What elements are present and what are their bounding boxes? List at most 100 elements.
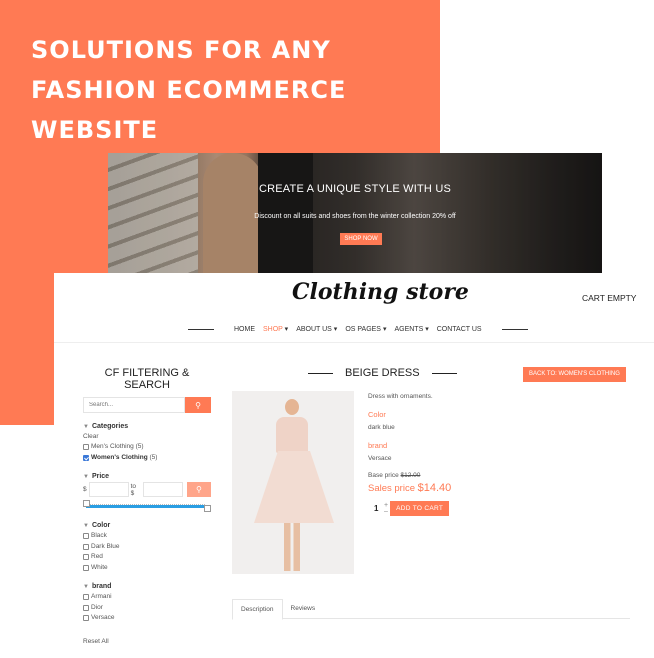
checkbox[interactable] bbox=[83, 604, 89, 611]
color-option[interactable]: Red bbox=[83, 552, 211, 563]
nav-label: SHOP bbox=[263, 326, 283, 333]
nav-label: ABOUT US bbox=[296, 326, 332, 333]
brand-option[interactable]: Versace bbox=[83, 613, 211, 624]
checkbox[interactable] bbox=[83, 615, 89, 622]
tab-description[interactable]: Description bbox=[232, 599, 283, 620]
sales-price-label: Sales price bbox=[368, 483, 415, 494]
store-logo[interactable]: Clothing store bbox=[292, 279, 469, 305]
option-label: Dior bbox=[91, 603, 103, 611]
facet-title: Color bbox=[91, 522, 111, 529]
color-option[interactable]: White bbox=[83, 563, 211, 574]
checkbox[interactable] bbox=[83, 444, 89, 451]
hero-banner: CREATE A UNIQUE STYLE WITH US Discount o… bbox=[108, 153, 602, 273]
checkbox[interactable] bbox=[83, 564, 89, 571]
chevron-down-icon: ▾ bbox=[382, 326, 387, 333]
quantity-stepper[interactable]: + – bbox=[384, 502, 388, 515]
checkbox[interactable] bbox=[83, 554, 89, 561]
brand-option[interactable]: Dior bbox=[83, 603, 211, 614]
color-option[interactable]: Black bbox=[83, 531, 211, 542]
promo-headline: SOLUTIONS FOR ANY FASHION ECOMMERCE WEBS… bbox=[31, 30, 431, 150]
price-to-label: to $ bbox=[130, 482, 137, 497]
option-label: Red bbox=[91, 553, 103, 560]
product-image[interactable] bbox=[232, 391, 354, 574]
headline-line: WEBSITE bbox=[31, 116, 159, 144]
product-description: Dress with ornaments. bbox=[368, 393, 433, 400]
base-price-value: $12.00 bbox=[400, 472, 421, 479]
search-icon: ⚲ bbox=[195, 400, 201, 410]
price-range-inputs: $ to $ ⚲ bbox=[83, 482, 211, 497]
chevron-down-icon: ▾ bbox=[425, 326, 429, 333]
shop-now-button[interactable]: SHOP NOW bbox=[340, 233, 382, 245]
quantity-input[interactable]: 1 bbox=[374, 504, 384, 513]
checkbox[interactable] bbox=[83, 543, 89, 550]
option-label: Dark Blue bbox=[91, 542, 120, 550]
nav-item-home[interactable]: HOME bbox=[234, 326, 255, 333]
price-to-input[interactable] bbox=[142, 482, 183, 497]
chevron-down-icon: ▾ bbox=[333, 326, 338, 333]
facet-title: Price bbox=[91, 473, 110, 480]
option-label: Men's Clothing bbox=[91, 443, 134, 450]
reset-all-link[interactable]: Reset All bbox=[83, 638, 211, 645]
product-details: Dress with ornaments. Color dark blue br… bbox=[368, 393, 451, 516]
title-divider bbox=[308, 372, 333, 374]
checkbox[interactable] bbox=[83, 594, 89, 601]
clear-categories-link[interactable]: Clear bbox=[83, 432, 211, 442]
facet-toggle-price[interactable]: ▼ Price bbox=[83, 473, 211, 480]
option-label: Women's Clothing bbox=[91, 453, 148, 461]
slider-max-handle[interactable] bbox=[204, 505, 211, 512]
add-to-cart-button[interactable]: ADD TO CART bbox=[390, 501, 450, 516]
brand-option[interactable]: Armani bbox=[83, 592, 211, 603]
facet-toggle-brand[interactable]: ▼ brand bbox=[83, 583, 211, 590]
facet-title: brand bbox=[91, 583, 112, 590]
filter-sidebar: CF FILTERING & SEARCH ⚲ ▼Categories Clea… bbox=[83, 367, 211, 645]
model-head bbox=[285, 399, 299, 415]
product-title: BEIGE DRESS bbox=[345, 367, 420, 379]
nav-item-os-pages[interactable]: OS PAGES ▾ bbox=[345, 325, 386, 333]
checkbox-checked[interactable] bbox=[83, 454, 89, 461]
category-option[interactable]: Women's Clothing (5) bbox=[83, 453, 211, 464]
option-count: (5) bbox=[135, 443, 144, 450]
price-from-input[interactable] bbox=[88, 482, 129, 497]
header-divider bbox=[54, 342, 654, 343]
price-from-label: $ bbox=[83, 486, 87, 493]
headline-line: SOLUTIONS FOR ANY bbox=[31, 36, 331, 64]
search-button[interactable]: ⚲ bbox=[185, 397, 211, 413]
search-input[interactable] bbox=[83, 397, 185, 413]
facet-brand: ▼ brand Armani Dior Versace bbox=[83, 583, 211, 624]
nav-item-agents[interactable]: AGENTS ▾ bbox=[394, 325, 428, 333]
category-option[interactable]: Men's Clothing (5) bbox=[83, 442, 211, 453]
nav-item-shop[interactable]: SHOP ▾ bbox=[263, 325, 288, 333]
sales-price-value: $14.40 bbox=[417, 482, 452, 494]
facet-price: ▼ Price $ to $ ⚲ bbox=[83, 473, 211, 512]
filter-search: ⚲ bbox=[83, 397, 211, 413]
nav-label: OS PAGES bbox=[345, 326, 381, 333]
option-label: Black bbox=[91, 532, 107, 539]
checkbox[interactable] bbox=[83, 533, 89, 540]
nav-item-contact-us[interactable]: CONTACT US bbox=[437, 326, 482, 333]
sidebar-title: CF FILTERING & SEARCH bbox=[104, 367, 190, 391]
dress-bodice bbox=[276, 417, 308, 453]
price-slider[interactable] bbox=[83, 500, 211, 512]
tab-reviews[interactable]: Reviews bbox=[283, 599, 324, 618]
chevron-down-icon: ▾ bbox=[284, 326, 289, 333]
title-divider bbox=[431, 372, 457, 374]
price-search-button[interactable]: ⚲ bbox=[186, 482, 211, 497]
facet-toggle-categories[interactable]: ▼ Categories bbox=[83, 423, 211, 430]
base-price-label: Base price bbox=[368, 472, 399, 479]
base-price: Base price $12.00 bbox=[368, 472, 451, 479]
nav-item-about-us[interactable]: ABOUT US ▾ bbox=[296, 325, 337, 333]
minus-icon[interactable]: – bbox=[384, 508, 388, 515]
sales-price: Sales price $14.40 bbox=[368, 482, 451, 494]
cart-status[interactable]: CART EMPTY bbox=[582, 293, 636, 303]
facet-color: ▼ Color Black Dark Blue Red White bbox=[83, 522, 211, 573]
dress-skirt bbox=[254, 451, 334, 523]
color-option[interactable]: Dark Blue bbox=[83, 542, 211, 553]
attribute-label: Color bbox=[368, 410, 386, 419]
nav-divider bbox=[188, 328, 214, 330]
attribute-value: Versace bbox=[368, 455, 392, 462]
slider-min-handle[interactable] bbox=[83, 500, 90, 507]
back-to-category-button[interactable]: BACK TO: WOMEN'S CLOTHING bbox=[523, 367, 626, 382]
attribute-value: dark blue bbox=[368, 424, 395, 431]
add-to-cart-row: 1 + – ADD TO CART bbox=[368, 501, 451, 516]
facet-toggle-color[interactable]: ▼ Color bbox=[83, 522, 211, 529]
